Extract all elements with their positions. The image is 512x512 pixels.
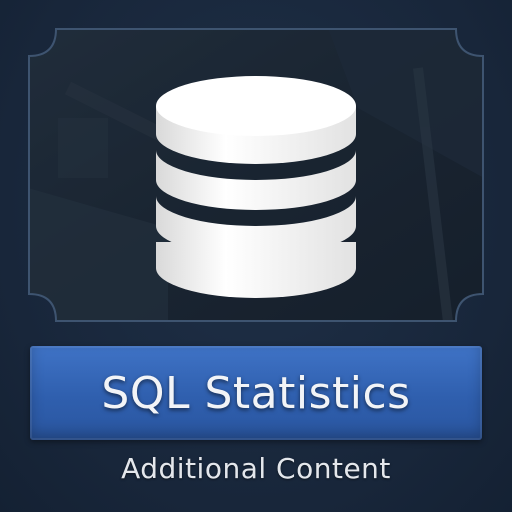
database-icon — [150, 72, 362, 302]
addon-subtitle: Additional Content — [121, 452, 391, 485]
addon-card[interactable]: SQL Statistics Additional Content — [0, 0, 512, 512]
title-banner: SQL Statistics — [30, 346, 482, 440]
addon-title: SQL Statistics — [101, 367, 411, 419]
